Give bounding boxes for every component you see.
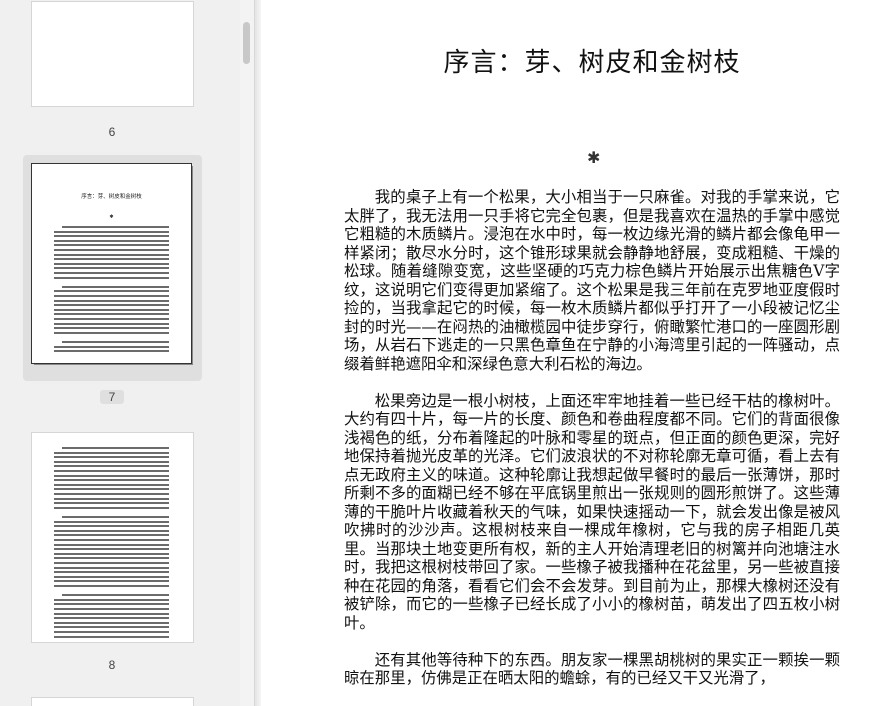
thumbnail-text-line (54, 502, 169, 505)
sidebar-scrollbar[interactable] (240, 0, 255, 706)
body-paragraph: 还有其他等待种下的东西。朋友家一棵黑胡桃树的果实正一颗挨一颗晾在那里，仿佛是正在… (344, 650, 840, 688)
thumbnail-text-line (62, 226, 169, 228)
thumbnail-text-line (54, 276, 169, 279)
thumbnail-text-line (54, 585, 169, 587)
thumbnail-page-8[interactable] (23, 425, 202, 653)
thumbnail-text-line (54, 520, 169, 523)
thumbnail-page-6[interactable] (23, 0, 202, 114)
sidebar-scrollbar-thumb[interactable] (243, 22, 250, 64)
thumbnail-text-line (54, 331, 169, 334)
thumbnail-text-line (62, 516, 169, 518)
thumbnail-text-line (62, 447, 169, 449)
thumbnail-page-8-label: 8 (108, 658, 116, 672)
thumbnail-text-line (54, 603, 169, 606)
thumbnail-text-line (54, 258, 169, 261)
thumbnail-text-line (54, 244, 169, 247)
thumbnail-page-6-label: 6 (108, 125, 116, 139)
thumbnail-text-line (54, 239, 169, 242)
thumbnail-text-line (54, 580, 169, 583)
thumbnail-text-line (54, 451, 169, 454)
thumbnail-text-line (54, 488, 169, 491)
thumbnail-page-9[interactable] (23, 690, 202, 706)
thumbnail-text-line (54, 267, 169, 270)
thumbnail-text-line (54, 322, 169, 325)
thumbnail-page-7-image: 序言：芽、树皮和金树枝 ✱ (32, 164, 191, 363)
thumbnail-text-line (54, 575, 169, 578)
document-body: 我的桌子上有一个松果，大小相当于一只麻雀。对我的手掌来说，它太胖了，我无法用一只… (344, 188, 840, 706)
thumbnail-text-line (54, 608, 169, 610)
thumbnail-text-line (54, 313, 169, 316)
thumbnail-page-7-title: 序言：芽、树皮和金树枝 (81, 194, 142, 200)
body-paragraph: 松果旁边是一根小树枝，上面还牢牢地挂着一些已经干枯的橡树叶。大约有四十片，每一片… (344, 391, 840, 632)
thumbnail-text-line (54, 327, 169, 330)
ornament-asterisk: ✱ (587, 148, 601, 167)
thumbnail-text-line (54, 249, 169, 251)
thumbnail-text-line (54, 253, 169, 256)
page-title: 序言：芽、树皮和金树枝 (443, 48, 741, 78)
thumbnail-sidebar: 6 序言：芽、树皮和金树枝 ✱ 7 8 (0, 0, 240, 706)
document-page: 序言：芽、树皮和金树枝 ✱ 我的桌子上有一个松果，大小相当于一只麻雀。对我的手掌… (262, 0, 869, 706)
thumbnail-text-line (54, 529, 169, 532)
thumbnail-text-line (54, 566, 169, 569)
thumbnail-text-line (54, 497, 169, 500)
thumbnail-page-7[interactable]: 序言：芽、树皮和金树枝 ✱ (23, 155, 202, 381)
thumbnail-text-line (54, 465, 169, 468)
thumbnail-text-line (54, 617, 169, 620)
thumbnail-text-line (54, 456, 169, 459)
thumbnail-text-line (54, 318, 169, 320)
thumbnail-text-line (54, 598, 169, 601)
thumbnail-text-line (54, 626, 169, 629)
thumbnail-text-line (54, 543, 169, 546)
thumbnail-text-line (54, 474, 169, 477)
thumbnail-text-line (54, 557, 169, 560)
thumbnail-page-9-image (32, 698, 193, 706)
thumbnail-page-7-label: 7 (100, 390, 124, 404)
thumbnail-text-line (54, 350, 169, 353)
thumbnail-text-line (62, 341, 169, 343)
thumbnail-text-line (54, 539, 169, 541)
thumbnail-text-line (54, 525, 169, 528)
thumbnail-text-line (54, 230, 169, 233)
thumbnail-text-line (54, 571, 169, 574)
thumbnail-text-line (54, 272, 169, 274)
thumbnail-page-6-image (32, 2, 193, 106)
thumbnail-text-line (54, 631, 169, 633)
thumbnail-text-line (54, 534, 169, 537)
thumbnail-text-line (54, 612, 169, 615)
thumbnail-page-8-image (32, 433, 193, 642)
thumbnail-text-line (54, 562, 169, 564)
thumbnail-text-line (54, 470, 169, 472)
thumbnail-text-line (54, 299, 169, 302)
thumbnail-text-line (54, 345, 169, 348)
thumbnail-text-line (62, 594, 169, 597)
thumbnail-text-line (54, 304, 169, 307)
body-paragraph: 我的桌子上有一个松果，大小相当于一只麻雀。对我的手掌来说，它太胖了，我无法用一只… (344, 188, 840, 373)
thumbnail-text-line (54, 290, 169, 293)
thumbnail-text-line (62, 285, 169, 288)
thumbnail-text-line (54, 308, 169, 311)
thumbnail-text-line (54, 635, 169, 638)
thumbnail-text-line (54, 235, 169, 238)
thumbnail-text-line (54, 479, 169, 482)
thumbnail-text-line (54, 295, 169, 297)
thumbnail-text-line (54, 493, 169, 495)
thumbnail-text-line (54, 506, 169, 509)
thumbnail-text-line (54, 460, 169, 463)
thumbnail-text-line (54, 483, 169, 486)
thumbnail-text-line (54, 621, 169, 624)
thumbnail-text-line (54, 262, 169, 265)
thumbnail-text-line (54, 548, 169, 551)
thumbnail-page-7-ornament: ✱ (109, 214, 114, 220)
panel-divider[interactable] (255, 0, 261, 706)
thumbnail-text-line (54, 552, 169, 555)
